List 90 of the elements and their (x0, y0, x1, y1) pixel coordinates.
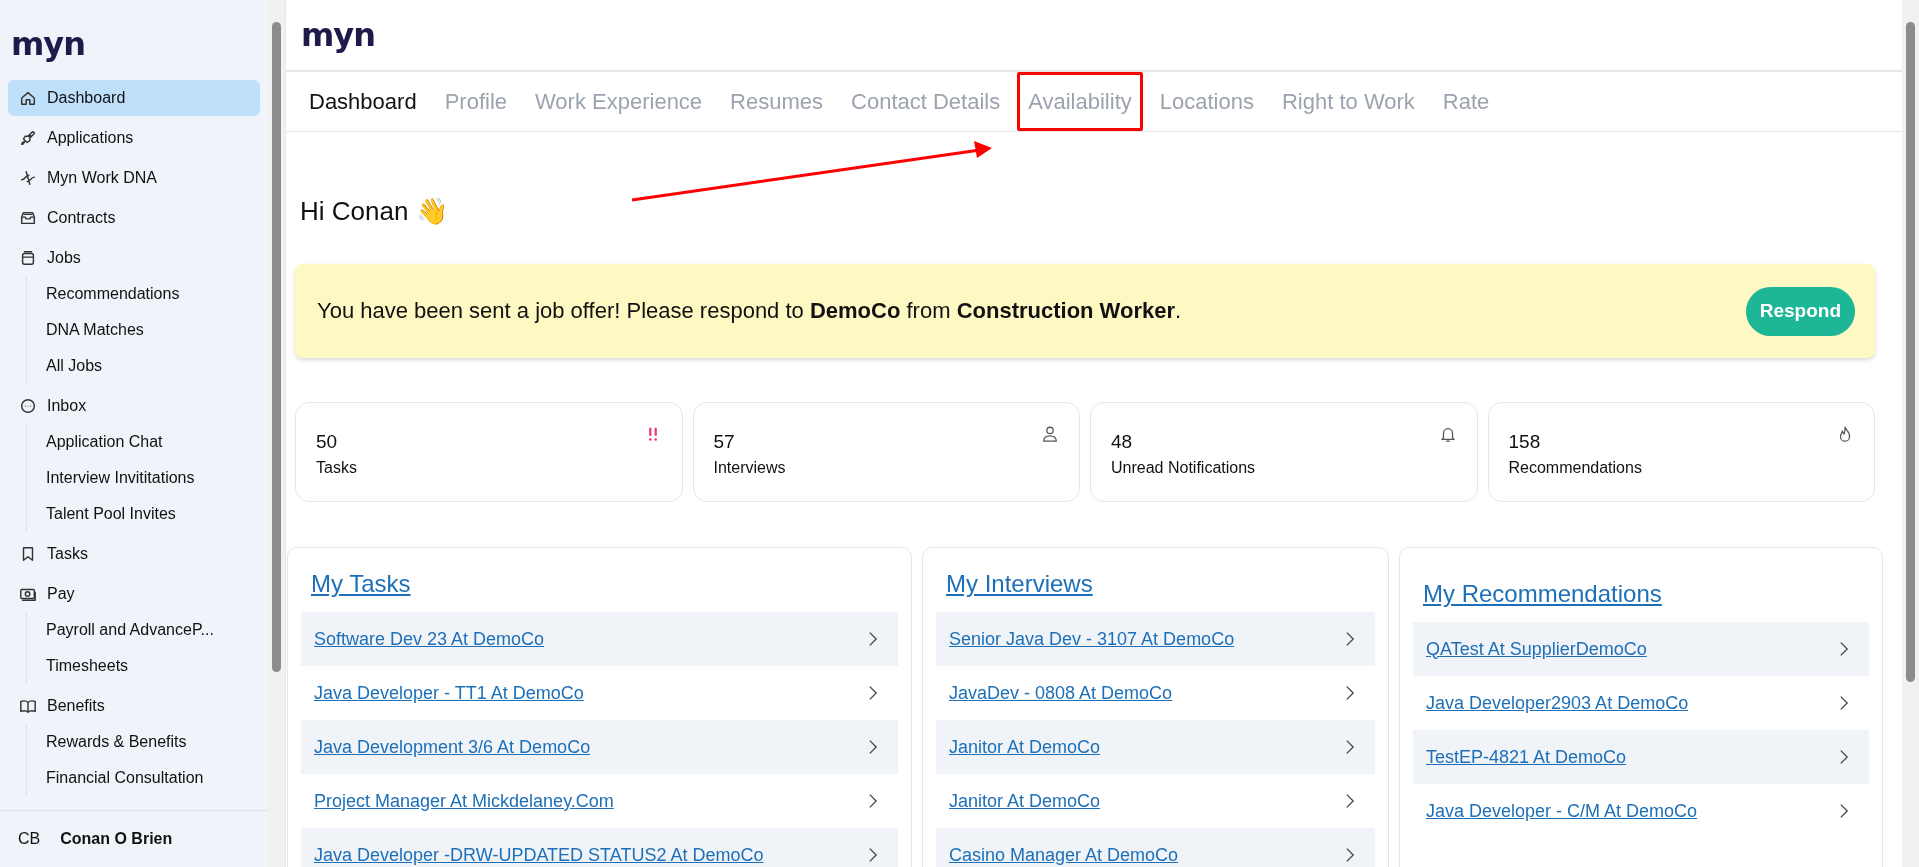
list-row[interactable]: Software Dev 23 At DemoCo (301, 612, 898, 666)
sidebar-subitem[interactable]: Rewards & Benefits (46, 724, 187, 760)
row-link[interactable]: JavaDev - 0808 At DemoCo (949, 682, 1173, 704)
sidebar-subitem[interactable]: Financial Consultation (46, 760, 204, 796)
row-link[interactable]: Janitor At DemoCo (949, 736, 1101, 758)
sidebar-item[interactable]: Tasks (8, 536, 260, 572)
list-row[interactable]: Java Developer2903 At DemoCo (1413, 676, 1869, 730)
sidebar-subitem[interactable]: Interview Invititations (46, 460, 195, 496)
list-row[interactable]: Java Developer -DRW-UPDATED STATUS2 At DemoCo (301, 828, 898, 867)
chevron-right-icon (1839, 749, 1849, 765)
chat-icon (19, 397, 37, 415)
chevron-right-icon (868, 793, 878, 809)
row-link[interactable]: Java Developer -DRW-UPDATED STATUS2 At DemoCo (314, 844, 764, 866)
row-link[interactable]: QATest At SupplierDemoCo (1426, 638, 1647, 660)
panel-title-link[interactable]: My Recommendations (1423, 580, 1662, 608)
chevron-right-icon (1345, 847, 1355, 863)
row-link[interactable]: TestEP-4821 At DemoCo (1426, 746, 1627, 768)
dna-icon (19, 169, 37, 187)
user-initials: CB (18, 830, 41, 848)
bell-icon (1438, 425, 1457, 443)
greeting: Hi Conan 👋 (300, 195, 448, 228)
chevron-right-icon (1839, 695, 1849, 711)
row-link[interactable]: Java Development 3/6 At DemoCo (314, 736, 591, 758)
chevron-right-icon (868, 847, 878, 863)
banner-message: You have been sent a job offer! Please respond to DemoCo from Construction Worker. (317, 298, 1182, 324)
book-icon (19, 697, 37, 715)
stat-value: 48 (1111, 431, 1133, 453)
panel-title-link[interactable]: My Interviews (946, 570, 1093, 598)
chevron-right-icon (1345, 793, 1355, 809)
sidebar-subitem[interactable]: Application Chat (46, 424, 163, 460)
list-row[interactable]: JavaDev - 0808 At DemoCo (936, 666, 1375, 720)
list-row[interactable]: Java Developer - C/M At DemoCo (1413, 784, 1869, 838)
sidebar-item[interactable]: Dashboard (8, 80, 260, 116)
sidebar-item[interactable]: Jobs (8, 240, 260, 276)
panel-title-link[interactable]: My Tasks (311, 570, 411, 598)
sidebar-subitem[interactable]: All Jobs (46, 348, 103, 384)
stat-label: Tasks (316, 459, 357, 477)
chevron-right-icon (1839, 803, 1849, 819)
chevron-right-icon (868, 631, 878, 647)
row-link[interactable]: Java Developer - TT1 At DemoCo (314, 682, 584, 704)
list-row[interactable]: Java Development 3/6 At DemoCo (301, 720, 898, 774)
sidebar-subitem[interactable]: Talent Pool Invites (46, 496, 176, 532)
sidebar-item[interactable]: Contracts (8, 200, 260, 236)
row-link[interactable]: Janitor At DemoCo (949, 790, 1101, 812)
chevron-right-icon (1839, 641, 1849, 657)
list-row[interactable]: Janitor At DemoCo (936, 720, 1375, 774)
chevron-right-icon (1345, 631, 1355, 647)
stat-value: 57 (713, 431, 735, 453)
sidebar-subitem[interactable]: Recommendations (46, 276, 180, 312)
chevron-right-icon (1345, 685, 1355, 701)
list-row[interactable]: Senior Java Dev - 3107 At DemoCo (936, 612, 1375, 666)
sidebar-item[interactable]: Benefits (8, 688, 260, 724)
logo: myn (11, 24, 85, 64)
list-row[interactable]: Project Manager At Mickdelaney.Com (301, 774, 898, 828)
sidebar-item[interactable]: Inbox (8, 388, 260, 424)
box-icon (19, 249, 37, 267)
list-row[interactable]: Janitor At DemoCo (936, 774, 1375, 828)
sidebar-item[interactable]: Myn Work DNA (8, 160, 260, 196)
row-link[interactable]: Casino Manager At DemoCo (949, 844, 1179, 866)
list-row[interactable]: Java Developer - TT1 At DemoCo (301, 666, 898, 720)
home-icon (19, 89, 37, 107)
scrollbar[interactable] (1902, 0, 1919, 867)
sidebar-subitem[interactable]: Payroll and AdvanceP... (46, 612, 214, 648)
user-name: Conan O Brien (60, 830, 173, 848)
tab[interactable]: Dashboard (298, 72, 428, 131)
chevron-right-icon (868, 685, 878, 701)
person-icon (1041, 425, 1059, 443)
list-row[interactable]: TestEP-4821 At DemoCo (1413, 730, 1869, 784)
sidebar-item[interactable]: Pay (8, 576, 260, 612)
row-link[interactable]: Java Developer2903 At DemoCo (1426, 692, 1689, 714)
row-link[interactable]: Project Manager At Mickdelaney.Com (314, 790, 614, 812)
row-link[interactable]: Software Dev 23 At DemoCo (314, 628, 545, 650)
row-link[interactable]: Senior Java Dev - 3107 At DemoCo (949, 628, 1235, 650)
rocket-icon (19, 129, 37, 147)
stat-label: Interviews (713, 459, 786, 477)
list-row[interactable]: Casino Manager At DemoCo (936, 828, 1375, 867)
stat-label: Recommendations (1508, 459, 1642, 477)
logo: myn (301, 15, 375, 55)
list-row[interactable]: QATest At SupplierDemoCo (1413, 622, 1869, 676)
sidebar-subitem[interactable]: DNA Matches (46, 312, 144, 348)
sidebar-subitem[interactable]: Timesheets (46, 648, 129, 684)
stat-value: 50 (316, 431, 338, 453)
chevron-right-icon (1345, 739, 1355, 755)
row-link[interactable]: Java Developer - C/M At DemoCo (1426, 800, 1698, 822)
stat-value: 158 (1508, 431, 1541, 453)
tray-icon (19, 209, 37, 227)
stat-label: Unread Notifications (1111, 459, 1256, 477)
chevron-right-icon (868, 739, 878, 755)
scrollbar[interactable] (268, 0, 285, 867)
sidebar-item[interactable]: Applications (8, 120, 260, 156)
